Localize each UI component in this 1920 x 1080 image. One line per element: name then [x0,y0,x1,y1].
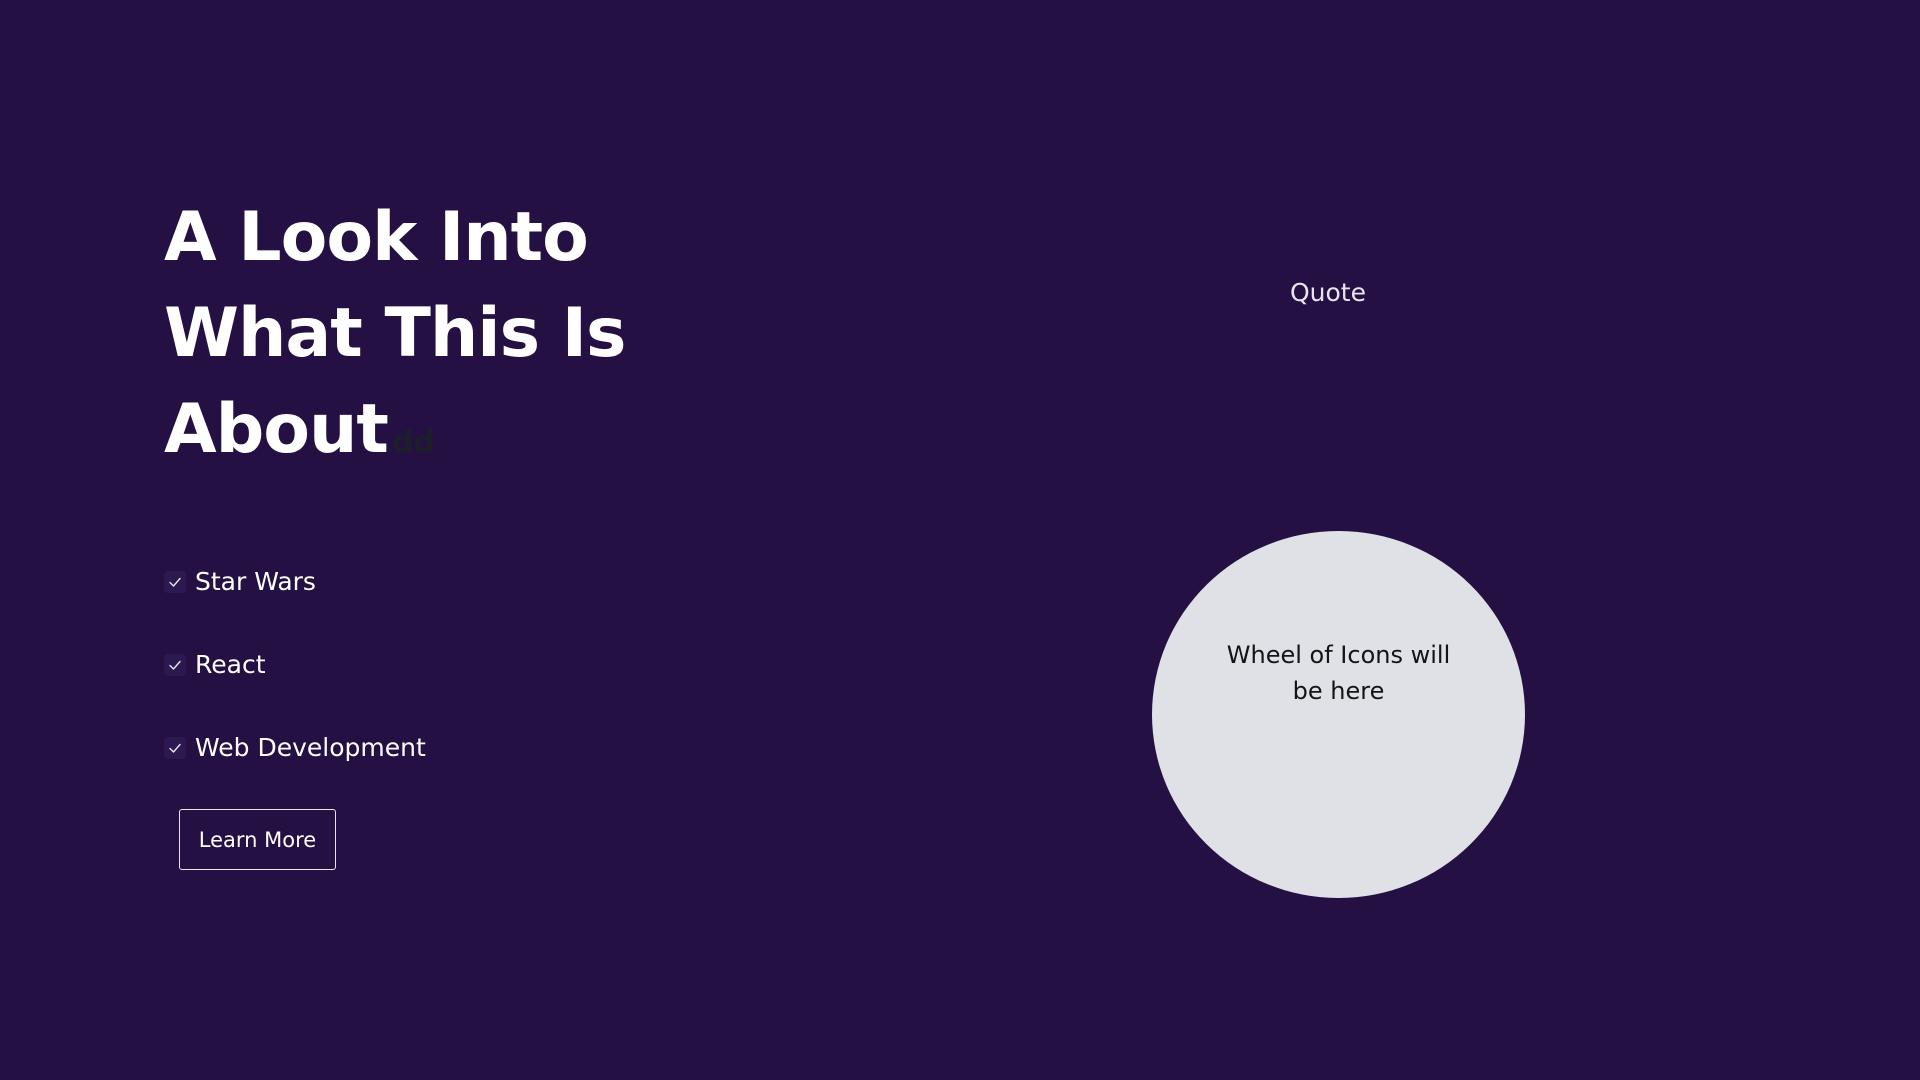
checklist-item-star-wars: Star Wars [164,540,426,623]
learn-more-button[interactable]: Learn More [179,809,336,870]
checklist-item-label: Star Wars [195,567,316,596]
page: A Look Into What This Is About dd Star Wa… [0,0,1920,1080]
checklist-item-react: React [164,623,426,706]
heading-line-3-text: About [164,390,389,469]
heading-line-2: What This Is [164,294,627,373]
checklist-item-label: Web Development [195,733,426,762]
checklist-item-label: React [195,650,266,679]
icon-wheel-placeholder-text: Wheel of Icons will be here [1226,641,1451,705]
check-icon [164,653,186,676]
check-icon [164,736,186,759]
heading-line-1: A Look Into [164,198,589,277]
heading-line-3: About dd [164,382,884,491]
feature-checklist: Star Wars React Web Development [164,540,426,789]
check-icon [164,570,186,593]
page-title: A Look Into What This Is About dd [164,190,884,491]
quote-label: Quote [1289,278,1366,307]
icon-wheel-placeholder: Wheel of Icons will be here [1152,531,1525,898]
heading-ghost-text: dd [391,425,435,460]
checklist-item-web-development: Web Development [164,706,426,789]
